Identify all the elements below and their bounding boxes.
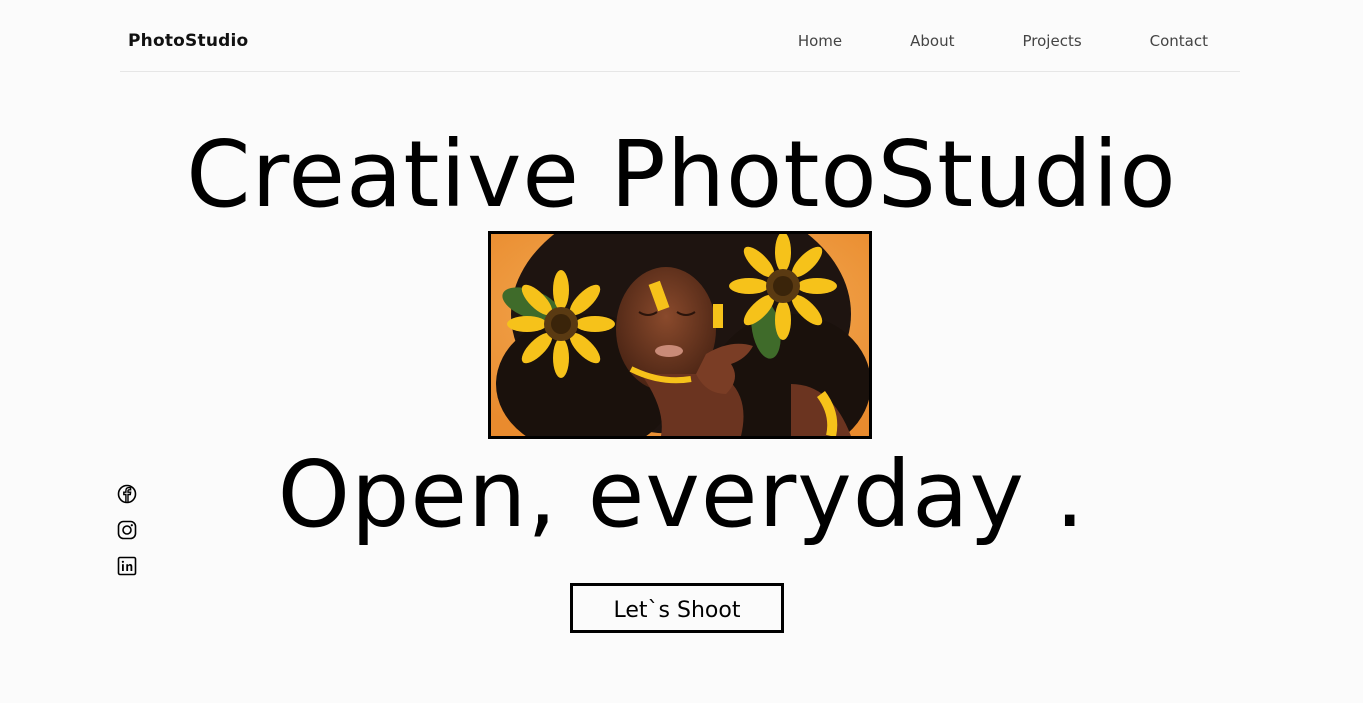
lets-shoot-button[interactable]: Let`s Shoot [570,583,784,633]
nav-menu: Home About Projects Contact [798,30,1208,52]
page: PhotoStudio Home About Projects Contact … [0,0,1363,703]
brand-logo[interactable]: PhotoStudio [128,30,248,52]
hero-title: Creative PhotoStudio [186,121,1177,228]
facebook-icon[interactable] [117,484,137,504]
nav-link-projects[interactable]: Projects [1023,30,1082,52]
nav-link-contact[interactable]: Contact [1150,30,1208,52]
instagram-icon[interactable] [117,520,137,540]
nav-link-about[interactable]: About [910,30,954,52]
hero-photo [491,234,869,436]
linkedin-icon[interactable] [117,556,137,576]
social-links [117,484,137,576]
hero-image [488,231,872,439]
navbar: PhotoStudio Home About Projects Contact [120,0,1240,72]
hero-tagline: Open, everyday . [277,441,1086,548]
nav-link-home[interactable]: Home [798,30,842,52]
